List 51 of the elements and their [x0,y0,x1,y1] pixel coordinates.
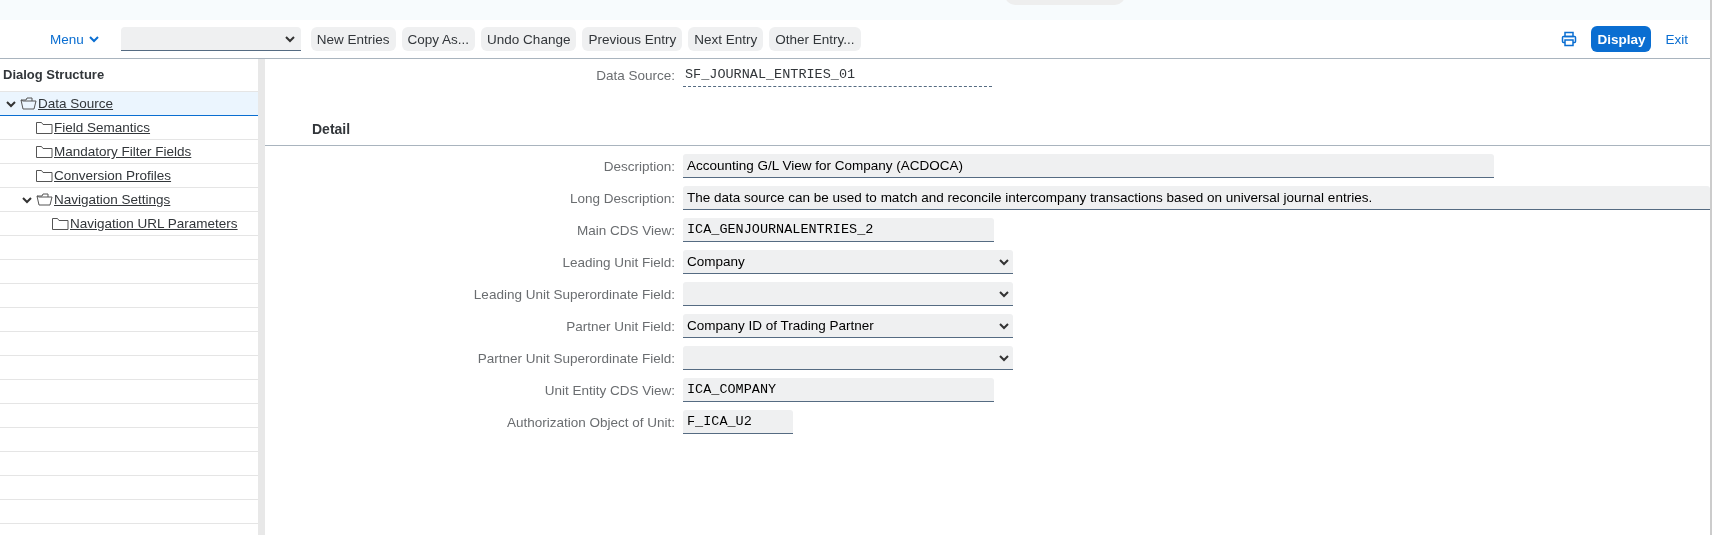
chevron-down-icon[interactable] [22,195,32,204]
display-button[interactable]: Display [1591,26,1652,52]
section-title: Detail [265,121,1710,146]
field-label: Leading Unit Superordinate Field: [472,286,675,302]
folder-icon [36,121,53,134]
dropdown-field[interactable]: Company ID of Trading Partner [683,314,1013,338]
chevron-down-icon [999,289,1009,298]
tree-item[interactable]: Navigation URL Parameters [0,212,258,236]
field-label: Data Source: [595,67,675,83]
tree-item[interactable]: Data Source [0,92,258,116]
input-field[interactable]: Accounting G/L View for Company (ACDOCA) [683,154,1494,178]
field-label: Partner Unit Field: [565,318,675,334]
chevron-down-icon [999,321,1009,330]
field-label: Main CDS View: [575,222,675,238]
input-field[interactable]: ICA_GENJOURNALENTRIES_2 [683,218,994,242]
field-label: Authorization Object of Unit: [505,414,675,430]
dropdown-field[interactable] [683,282,1013,306]
dropdown-field[interactable] [120,27,301,51]
chevron-down-icon [999,257,1009,266]
folder-icon [52,217,69,230]
toolbar-button[interactable]: Next Entry [688,27,764,51]
chevron-down-icon [999,353,1009,362]
toolbar-button[interactable]: Previous Entry [582,27,683,51]
tree-item[interactable]: Field Semantics [0,116,258,140]
scrollbar[interactable] [258,59,265,535]
toolbar-button[interactable]: New Entries [310,27,396,51]
chevron-down-icon[interactable] [6,99,16,108]
field-label: Leading Unit Field: [561,254,675,270]
dropdown-field[interactable]: Company [683,250,1013,274]
chevron-down-icon [88,35,99,43]
field-label: Description: [602,158,675,174]
toolbar-button[interactable]: Copy As... [401,27,476,51]
folder-icon [36,145,53,158]
tree-item[interactable]: Mandatory Filter Fields [0,140,258,164]
tree-item[interactable]: Conversion Profiles [0,164,258,188]
field-label: Partner Unit Superordinate Field: [476,350,675,366]
exit-button[interactable]: Exit [1657,31,1696,47]
toolbar-button[interactable]: Undo Change [481,27,577,51]
menu-button[interactable]: Menu [50,31,107,47]
input-field[interactable]: F_ICA_U2 [683,410,793,434]
input-field[interactable]: ICA_COMPANY [683,378,994,402]
dropdown-field[interactable] [683,346,1013,370]
folder-icon [36,169,53,182]
data-source-value: SF_JOURNAL_ENTRIES_01 [683,63,992,87]
tree-item[interactable]: Navigation Settings [0,188,258,212]
printer-icon[interactable] [1561,31,1578,47]
field-label: Long Description: [568,190,675,206]
field-label: Unit Entity CDS View: [543,382,675,398]
toolbar-button[interactable]: Other Entry... [769,27,861,51]
input-field[interactable]: The data source can be used to match and reconcile intercompany transactions based on universal journal entries. [683,186,1710,210]
chevron-down-icon [284,34,295,43]
